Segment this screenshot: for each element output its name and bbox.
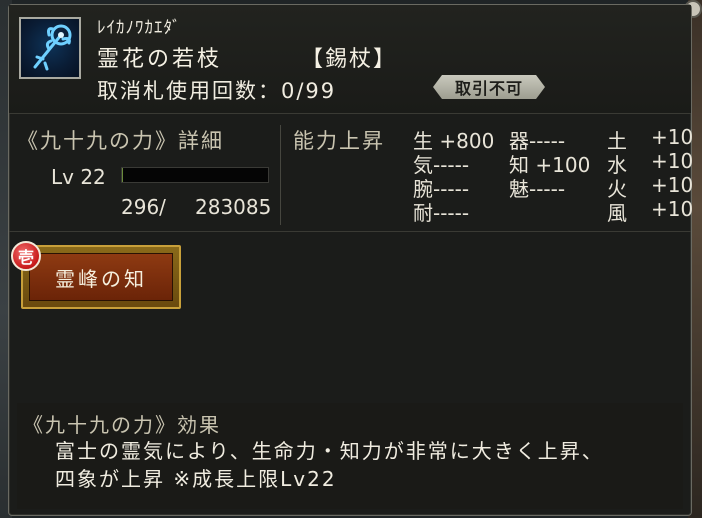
item-type: 【錫杖】 [301, 47, 398, 72]
section-divider-horizontal [9, 231, 691, 232]
level-label: Lv 22 [51, 165, 106, 189]
item-kana-reading: ﾚｲｶﾉﾜｶｴﾀﾞ [97, 18, 182, 38]
stat-wind-value: +10 [651, 197, 694, 221]
stat-earth-value: +10 [651, 125, 694, 149]
item-detail-panel: ﾚｲｶﾉﾜｶｴﾀﾞ 霊花の若枝 【錫杖】 取消札使用回数：0/99 取引不可 《… [8, 4, 694, 516]
exp-current: 296/ [121, 195, 166, 219]
trade-status-badge: 取引不可 [433, 75, 545, 99]
skill-button-face: 霊峰の知 [29, 253, 173, 301]
item-header: ﾚｲｶﾉﾜｶｴﾀﾞ 霊花の若枝 【錫杖】 取消札使用回数：0/99 取引不可 [9, 5, 691, 114]
stat-charm: 魅----- [509, 177, 566, 201]
stat-water-value: +10 [651, 149, 694, 173]
stat-wind-label: 風 [607, 201, 627, 225]
stat-endurance: 耐----- [413, 201, 470, 225]
effect-description-line-2: 四象が上昇 ※成長上限Lv22 [55, 467, 337, 491]
effect-title: 《九十九の力》効果 [23, 413, 221, 437]
exp-progress-bar [121, 167, 269, 183]
power-detail-title: 《九十九の力》詳細 [17, 129, 224, 153]
skill-name: 霊峰の知 [55, 266, 147, 291]
skill-rank-seal: 壱 [11, 241, 41, 271]
ability-up-title: 能力上昇 [293, 129, 385, 153]
skill-button[interactable]: 霊峰の知 [21, 245, 181, 309]
effect-description-line-1: 富士の霊気により、生命力・知力が非常に大きく上昇、 [55, 439, 604, 463]
exp-max: 283085 [195, 195, 272, 219]
staff-icon [19, 17, 81, 79]
stat-fire-value: +10 [651, 173, 694, 197]
section-divider-vertical [280, 125, 281, 225]
item-name: 霊花の若枝 [97, 47, 223, 72]
cancel-tag-usage: 取消札使用回数：0/99 [97, 79, 337, 103]
